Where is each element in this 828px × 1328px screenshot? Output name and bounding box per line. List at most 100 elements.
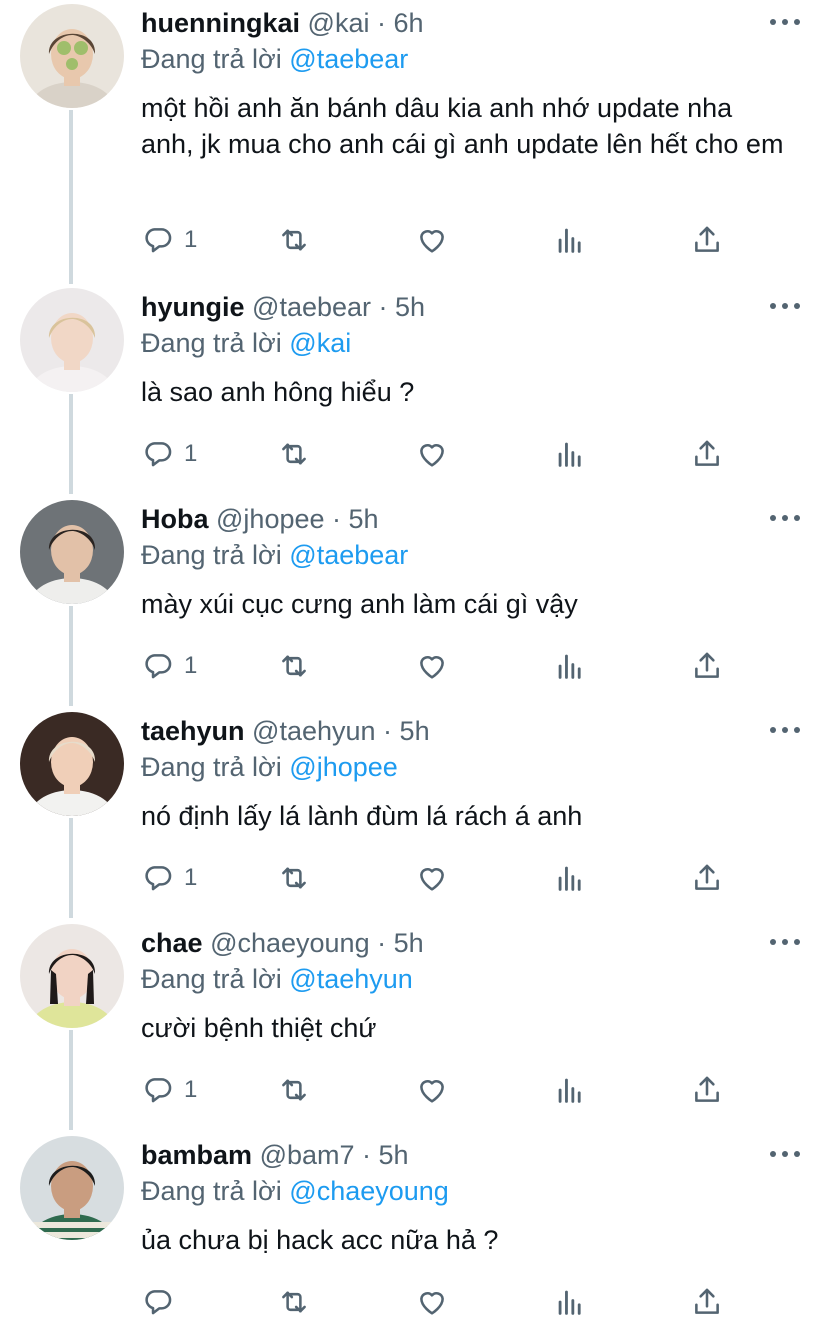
display-name[interactable]: taehyun — [141, 716, 245, 746]
avatar[interactable] — [20, 712, 124, 816]
like-button[interactable] — [415, 434, 449, 474]
tweet[interactable]: chae @chaeyoung · 5h Đang trả lời @taehyu… — [0, 920, 828, 1132]
reply-button[interactable]: 1 — [141, 220, 197, 260]
tweet[interactable]: huenningkai @kai · 6h Đang trả lời @taebe… — [0, 0, 828, 284]
retweet-button[interactable] — [277, 1282, 311, 1322]
display-name[interactable]: hyungie — [141, 292, 245, 322]
tweet-text: là sao anh hông hiểu ? — [141, 377, 415, 407]
analytics-icon — [553, 649, 587, 683]
replying-to-line: Đang trả lời @taehyun — [141, 962, 413, 996]
share-button[interactable] — [690, 1070, 724, 1110]
more-options-icon[interactable] — [770, 1142, 800, 1166]
replying-to-line: Đang trả lời @taebear — [141, 42, 408, 76]
replying-to-label: Đang trả lời — [141, 964, 282, 994]
heart-icon — [415, 861, 449, 895]
more-options-icon[interactable] — [770, 506, 800, 530]
tweet-header: hyungie @taebear · 5h — [141, 290, 425, 324]
reply-count: 1 — [184, 652, 198, 679]
reply-mention-link[interactable]: @taebear — [289, 44, 408, 74]
user-handle[interactable]: @taehyun — [252, 716, 376, 746]
replying-to-label: Đang trả lời — [141, 1176, 282, 1206]
replying-to-line: Đang trả lời @kai — [141, 326, 351, 360]
retweet-button[interactable] — [277, 858, 311, 898]
views-button[interactable] — [553, 646, 587, 686]
more-options-icon[interactable] — [770, 10, 800, 34]
reply-mention-link[interactable]: @taehyun — [289, 964, 413, 994]
like-button[interactable] — [415, 1282, 449, 1322]
separator-dot: · — [369, 8, 394, 38]
tweet[interactable]: taehyun @taehyun · 5h Đang trả lời @jhope… — [0, 708, 828, 920]
reply-mention-link[interactable]: @jhopee — [289, 752, 398, 782]
reply-button[interactable]: 1 — [141, 434, 197, 474]
tweet[interactable]: Hoba @jhopee · 5h Đang trả lời @taebear mà… — [0, 496, 828, 708]
tweet-header: taehyun @taehyun · 5h — [141, 714, 430, 748]
user-handle[interactable]: @bam7 — [260, 1140, 355, 1170]
avatar[interactable] — [20, 500, 124, 604]
share-button[interactable] — [690, 1282, 724, 1322]
retweet-icon — [277, 1073, 311, 1107]
heart-icon — [415, 223, 449, 257]
replying-to-line: Đang trả lời @taebear — [141, 538, 408, 572]
views-button[interactable] — [553, 220, 587, 260]
reply-button[interactable]: 1 — [141, 1070, 197, 1110]
avatar[interactable] — [20, 924, 124, 1028]
more-options-icon[interactable] — [770, 718, 800, 742]
share-button[interactable] — [690, 858, 724, 898]
display-name[interactable]: huenningkai — [141, 8, 300, 38]
like-button[interactable] — [415, 1070, 449, 1110]
reply-count: 1 — [184, 440, 198, 467]
avatar[interactable] — [20, 1136, 124, 1240]
reply-count: 1 — [184, 226, 198, 253]
retweet-icon — [277, 223, 311, 257]
timestamp[interactable]: 5h — [395, 292, 425, 322]
more-options-icon[interactable] — [770, 930, 800, 954]
like-button[interactable] — [415, 646, 449, 686]
reply-button[interactable]: 1 — [141, 858, 197, 898]
retweet-button[interactable] — [277, 434, 311, 474]
timestamp[interactable]: 5h — [394, 928, 424, 958]
retweet-icon — [277, 861, 311, 895]
reply-icon — [141, 649, 175, 683]
reply-button[interactable] — [141, 1282, 184, 1322]
like-button[interactable] — [415, 858, 449, 898]
views-button[interactable] — [553, 434, 587, 474]
display-name[interactable]: Hoba — [141, 504, 209, 534]
share-button[interactable] — [690, 434, 724, 474]
reply-mention-link[interactable]: @kai — [289, 328, 351, 358]
reply-icon — [141, 1285, 175, 1319]
separator-dot: · — [375, 716, 400, 746]
like-button[interactable] — [415, 220, 449, 260]
user-handle[interactable]: @chaeyoung — [210, 928, 370, 958]
retweet-button[interactable] — [277, 220, 311, 260]
reply-thread: huenningkai @kai · 6h Đang trả lời @taebe… — [0, 0, 828, 1328]
views-button[interactable] — [553, 1070, 587, 1110]
more-options-icon[interactable] — [770, 294, 800, 318]
share-button[interactable] — [690, 220, 724, 260]
analytics-icon — [553, 1285, 587, 1319]
tweet-text: mày xúi cục cưng anh làm cái gì vậy — [141, 589, 578, 619]
user-handle[interactable]: @jhopee — [216, 504, 325, 534]
avatar[interactable] — [20, 4, 124, 108]
user-handle[interactable]: @taebear — [252, 292, 371, 322]
reply-mention-link[interactable]: @chaeyoung — [289, 1176, 449, 1206]
timestamp[interactable]: 5h — [379, 1140, 409, 1170]
replying-to-label: Đang trả lời — [141, 752, 282, 782]
replying-to-label: Đang trả lời — [141, 44, 282, 74]
avatar[interactable] — [20, 288, 124, 392]
retweet-button[interactable] — [277, 1070, 311, 1110]
reply-button[interactable]: 1 — [141, 646, 197, 686]
retweet-button[interactable] — [277, 646, 311, 686]
tweet[interactable]: bambam @bam7 · 5h Đang trả lời @chaeyoung… — [0, 1132, 828, 1328]
reply-mention-link[interactable]: @taebear — [289, 540, 408, 570]
display-name[interactable]: bambam — [141, 1140, 252, 1170]
share-button[interactable] — [690, 646, 724, 686]
views-button[interactable] — [553, 858, 587, 898]
tweet[interactable]: hyungie @taebear · 5h Đang trả lời @kai là… — [0, 284, 828, 496]
timestamp[interactable]: 5h — [400, 716, 430, 746]
timestamp[interactable]: 6h — [393, 8, 423, 38]
timestamp[interactable]: 5h — [349, 504, 379, 534]
analytics-icon — [553, 437, 587, 471]
display-name[interactable]: chae — [141, 928, 203, 958]
views-button[interactable] — [553, 1282, 587, 1322]
user-handle[interactable]: @kai — [308, 8, 370, 38]
